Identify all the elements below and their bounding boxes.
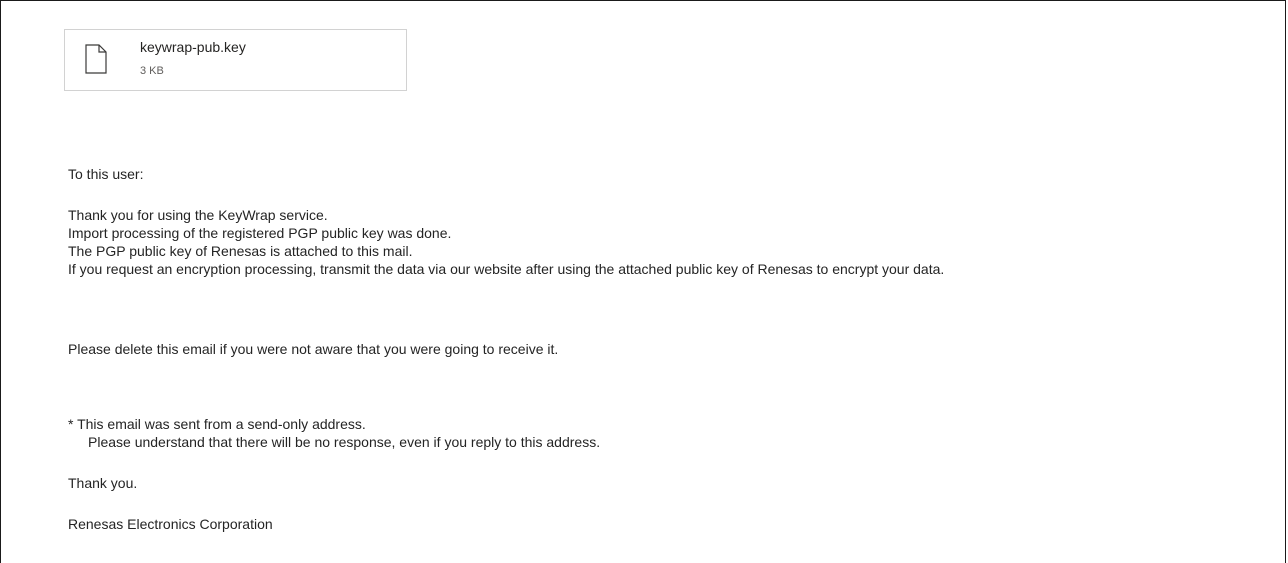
attachment-file-size: 3 KB [140, 65, 164, 77]
closing-line: Thank you. [68, 475, 138, 491]
file-icon [85, 44, 107, 74]
body-line: Thank you for using the KeyWrap service. [68, 207, 328, 223]
attachment-file-name: keywrap-pub.key [140, 39, 246, 55]
body-line: Import processing of the registered PGP … [68, 225, 452, 241]
note-line: * This email was sent from a send-only a… [68, 416, 366, 432]
body-line: The PGP public key of Renesas is attache… [68, 243, 413, 259]
email-body-pane: keywrap-pub.key 3 KB To this user: Thank… [0, 0, 1286, 563]
body-line: Please delete this email if you were not… [68, 341, 559, 357]
attachment-card[interactable]: keywrap-pub.key 3 KB [64, 29, 407, 91]
body-line: If you request an encryption processing,… [68, 261, 945, 277]
greeting-line: To this user: [68, 166, 144, 182]
signature-line: Renesas Electronics Corporation [68, 516, 273, 532]
note-line: Please understand that there will be no … [88, 434, 601, 450]
